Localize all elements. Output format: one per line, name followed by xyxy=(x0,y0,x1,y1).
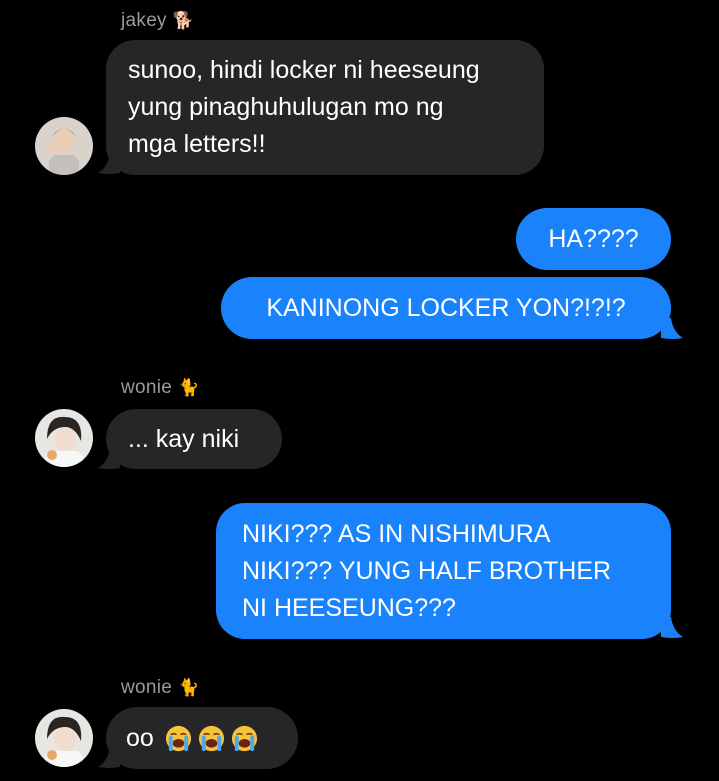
message-bubble-outgoing[interactable]: NIKI??? AS IN NISHIMURA NIKI??? YUNG HAL… xyxy=(216,503,671,639)
bubble-tail-incoming xyxy=(98,153,120,174)
sender-name-jakey: jakey 🐕 xyxy=(121,10,194,32)
message-bubble-incoming[interactable]: sunoo, hindi locker ni heeseung yung pin… xyxy=(106,40,544,175)
message-text: oo xyxy=(126,723,154,752)
message-text: KANINONG LOCKER YON?!?!? xyxy=(266,293,626,322)
bubble-tail-incoming xyxy=(98,448,120,469)
sender-name-label: wonie xyxy=(121,377,173,398)
bubble-tail-incoming xyxy=(98,747,120,768)
loudly-crying-face-icon xyxy=(165,725,191,751)
cat-emoji-icon: 🐈 xyxy=(178,678,200,698)
sender-name-wonie: wonie 🐈 xyxy=(121,677,200,699)
bubble-tail-outgoing xyxy=(661,617,683,638)
bubble-tail-outgoing xyxy=(661,318,683,339)
message-bubble-outgoing[interactable]: HA???? xyxy=(516,208,671,270)
message-text: ... kay niki xyxy=(128,424,240,453)
message-text: HA???? xyxy=(548,224,639,253)
message-bubble-incoming[interactable]: oo xyxy=(106,707,298,769)
loudly-crying-face-icon xyxy=(198,725,224,751)
cat-emoji-icon: 🐈 xyxy=(178,378,200,398)
avatar-wonie[interactable] xyxy=(35,409,93,467)
message-text: NIKI??? AS IN NISHIMURA NIKI??? YUNG HAL… xyxy=(242,519,612,622)
message-text: sunoo, hindi locker ni heeseung yung pin… xyxy=(128,56,480,158)
message-bubble-incoming[interactable]: ... kay niki xyxy=(106,409,282,469)
sender-name-label: jakey xyxy=(121,10,167,31)
message-bubble-outgoing[interactable]: KANINONG LOCKER YON?!?!? xyxy=(221,277,671,339)
avatar-jakey[interactable] xyxy=(35,117,93,175)
sender-name-wonie: wonie 🐈 xyxy=(121,377,200,399)
loudly-crying-face-icon xyxy=(231,725,257,751)
sender-name-label: wonie xyxy=(121,677,173,698)
dog-emoji-icon: 🐕 xyxy=(172,11,195,31)
avatar-wonie[interactable] xyxy=(35,709,93,767)
